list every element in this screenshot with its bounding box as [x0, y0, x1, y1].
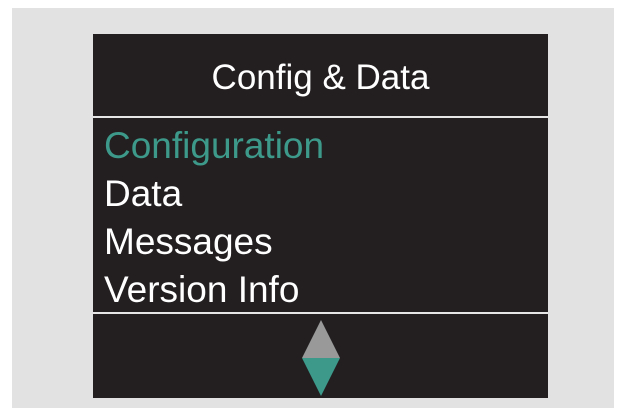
scroll-arrows: [302, 320, 340, 396]
triangle-down-icon[interactable]: [302, 358, 340, 396]
menu-item-configuration[interactable]: Configuration: [104, 122, 544, 170]
menu-item-version-info[interactable]: Version Info: [104, 266, 544, 314]
scroll-indicator: [300, 318, 342, 398]
screen-title: Config & Data: [211, 58, 430, 97]
config-menu: Configuration Data Messages Version Info: [104, 122, 544, 314]
menu-item-messages[interactable]: Messages: [104, 218, 544, 266]
title-divider: [93, 116, 548, 118]
triangle-up-icon[interactable]: [302, 320, 340, 358]
display-screen: Config & Data Configuration Data Message…: [93, 34, 548, 398]
bottom-divider: [93, 312, 548, 314]
menu-item-data[interactable]: Data: [104, 170, 544, 218]
